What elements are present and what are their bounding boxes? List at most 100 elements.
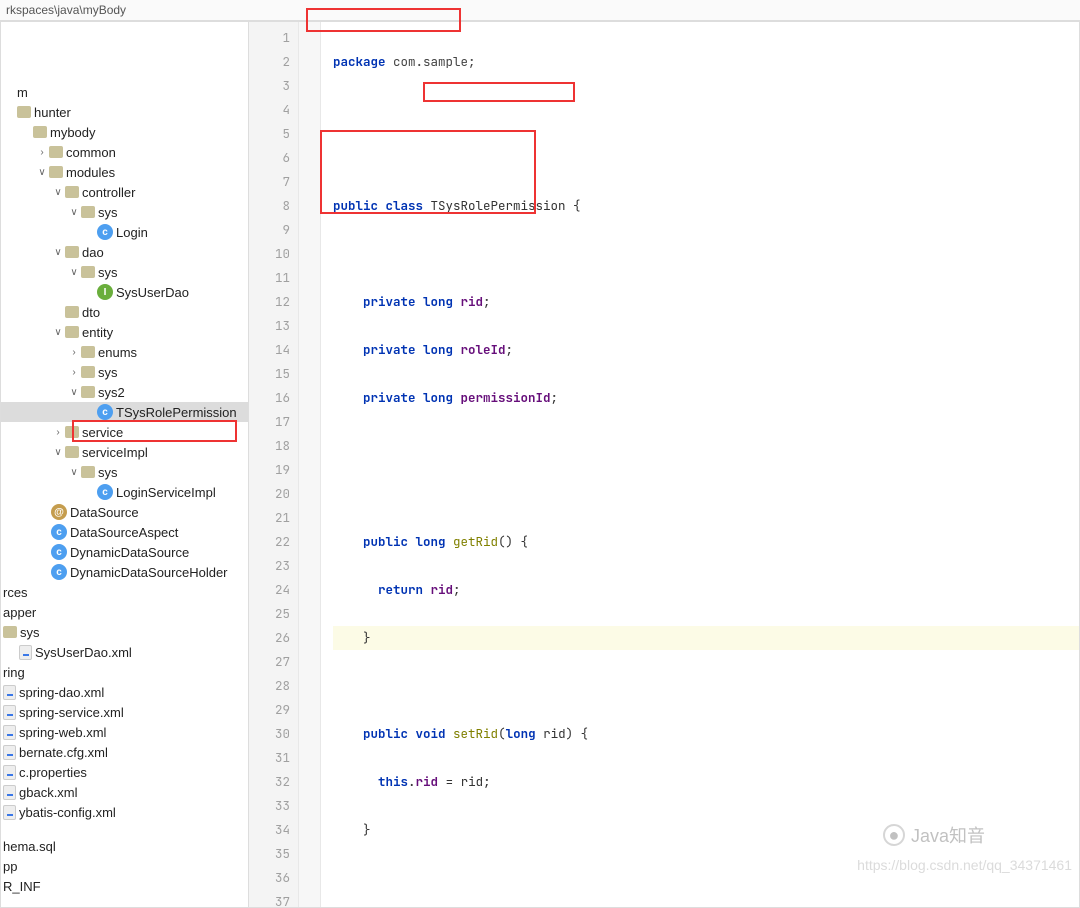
tree-node-ybatisconfig[interactable]: ybatis-config.xml	[1, 802, 248, 822]
tree-node-service[interactable]: ›service	[1, 422, 248, 442]
kw-public: public long	[363, 533, 446, 550]
tree-node-enums[interactable]: ›enums	[1, 342, 248, 362]
tree-node-tsysrolepermission[interactable]: cTSysRolePermission	[1, 402, 248, 422]
folder-icon	[81, 386, 95, 398]
kw-private: private long	[363, 341, 453, 358]
tree-node-gbackxml[interactable]: gback.xml	[1, 782, 248, 802]
tree-node-sys2[interactable]: ∨sys2	[1, 382, 248, 402]
tree-node-pp[interactable]: pp	[1, 856, 248, 876]
tree-label: DynamicDataSourceHolder	[70, 565, 228, 580]
folder-icon	[65, 306, 79, 318]
kw-public: public void	[363, 725, 446, 742]
tree-node-mybody[interactable]: mybody	[1, 122, 248, 142]
tree-node-controller-sys[interactable]: ∨sys	[1, 202, 248, 222]
tree-label: c.properties	[19, 765, 87, 780]
folder-icon	[3, 626, 17, 638]
tree-node-common[interactable]: ›common	[1, 142, 248, 162]
tree-label: R_INF	[3, 879, 41, 894]
tree-label: TSysRolePermission	[116, 405, 237, 420]
tree-label: hunter	[34, 105, 71, 120]
tree-label: sys	[98, 365, 118, 380]
semicolon: ;	[453, 581, 461, 598]
folder-icon	[49, 146, 63, 158]
folder-icon	[81, 206, 95, 218]
tree-node-sysuserdaoxml[interactable]: SysUserDao.xml	[1, 642, 248, 662]
tree-node-entity-sys[interactable]: ›sys	[1, 362, 248, 382]
tree-node-serviceimpl-sys[interactable]: ∨sys	[1, 462, 248, 482]
code-editor[interactable]: 1234567891011121314151617181920212223242…	[249, 22, 1079, 907]
folder-icon	[65, 446, 79, 458]
tree-node-dao[interactable]: ∨dao	[1, 242, 248, 262]
tree-node-springweb[interactable]: spring-web.xml	[1, 722, 248, 742]
tree-node-dto[interactable]: dto	[1, 302, 248, 322]
tree-node-ring[interactable]: ring	[1, 662, 248, 682]
class-icon: c	[51, 544, 67, 560]
tree-label: LoginServiceImpl	[116, 485, 216, 500]
class-icon: c	[97, 484, 113, 500]
dot: .	[408, 773, 416, 790]
project-tree[interactable]: m hunter mybody ›common ∨modules ∨contro…	[1, 22, 249, 907]
xml-icon	[3, 685, 16, 700]
tree-label: pp	[3, 859, 17, 874]
tree-node-login[interactable]: cLogin	[1, 222, 248, 242]
tree-node-dynamicdatasourceholder[interactable]: cDynamicDataSourceHolder	[1, 562, 248, 582]
brace-close: }	[363, 821, 371, 838]
tree-node-modules[interactable]: ∨modules	[1, 162, 248, 182]
kw-package: package	[333, 53, 386, 70]
tree-node-datasource[interactable]: @DataSource	[1, 502, 248, 522]
field-ref: rid	[416, 773, 439, 790]
kw-return: return	[378, 581, 423, 598]
main-split: m hunter mybody ›common ∨modules ∨contro…	[0, 21, 1080, 908]
tree-node-hunter[interactable]: hunter	[1, 102, 248, 122]
tree-node-m[interactable]: m	[1, 82, 248, 102]
folder-icon	[17, 106, 31, 118]
method-getrid: getRid	[446, 533, 499, 550]
tree-node-springservice[interactable]: spring-service.xml	[1, 702, 248, 722]
tree-label: DynamicDataSource	[70, 545, 189, 560]
code-area[interactable]: package com.sample; public class TSysRol…	[321, 22, 1079, 907]
folder-icon	[81, 266, 95, 278]
folder-icon	[65, 246, 79, 258]
folder-icon	[65, 186, 79, 198]
tree-node-sysuserdao[interactable]: ISysUserDao	[1, 282, 248, 302]
tree-label: sys	[98, 265, 118, 280]
tree-node-dynamicdatasource[interactable]: cDynamicDataSource	[1, 542, 248, 562]
method-setrid: setRid	[446, 725, 499, 742]
tree-label: spring-web.xml	[19, 725, 106, 740]
semicolon: ;	[483, 293, 491, 310]
tree-label: DataSourceAspect	[70, 525, 178, 540]
field-rid: rid	[453, 293, 483, 310]
folder-icon	[65, 426, 79, 438]
watermark-text: Java知音	[911, 822, 985, 848]
field-ref: rid	[423, 581, 453, 598]
class-icon: c	[51, 524, 67, 540]
tree-label: Login	[116, 225, 148, 240]
tree-node-springdao[interactable]: spring-dao.xml	[1, 682, 248, 702]
field-roleid: roleId	[453, 341, 506, 358]
tree-label: bernate.cfg.xml	[19, 745, 108, 760]
tree-node-hemasql[interactable]: hema.sql	[1, 836, 248, 856]
watermark-url: https://blog.csdn.net/qq_34371461	[857, 857, 1072, 873]
tree-node-controller[interactable]: ∨controller	[1, 182, 248, 202]
brace-open: () {	[498, 533, 528, 550]
semicolon: ;	[506, 341, 514, 358]
tree-node-rces[interactable]: rces	[1, 582, 248, 602]
tree-node-apper[interactable]: apper	[1, 602, 248, 622]
class-icon: c	[97, 224, 113, 240]
tree-node-tpinf[interactable]: R_INF	[1, 876, 248, 896]
field-permissionid: permissionId	[453, 389, 551, 406]
brace-close: }	[363, 629, 371, 646]
tree-node-loginserviceimpl[interactable]: cLoginServiceImpl	[1, 482, 248, 502]
tree-node-dao-sys[interactable]: ∨sys	[1, 262, 248, 282]
tree-node-sys-res[interactable]: sys	[1, 622, 248, 642]
tree-label: spring-dao.xml	[19, 685, 104, 700]
tree-label: modules	[66, 165, 115, 180]
tree-label: common	[66, 145, 116, 160]
param: rid) {	[536, 725, 589, 742]
tree-node-cproperties[interactable]: c.properties	[1, 762, 248, 782]
tree-node-datasourceaspect[interactable]: cDataSourceAspect	[1, 522, 248, 542]
kw-private: private long	[363, 293, 453, 310]
tree-node-entity[interactable]: ∨entity	[1, 322, 248, 342]
tree-node-serviceimpl[interactable]: ∨serviceImpl	[1, 442, 248, 462]
tree-node-bernatecfg[interactable]: bernate.cfg.xml	[1, 742, 248, 762]
